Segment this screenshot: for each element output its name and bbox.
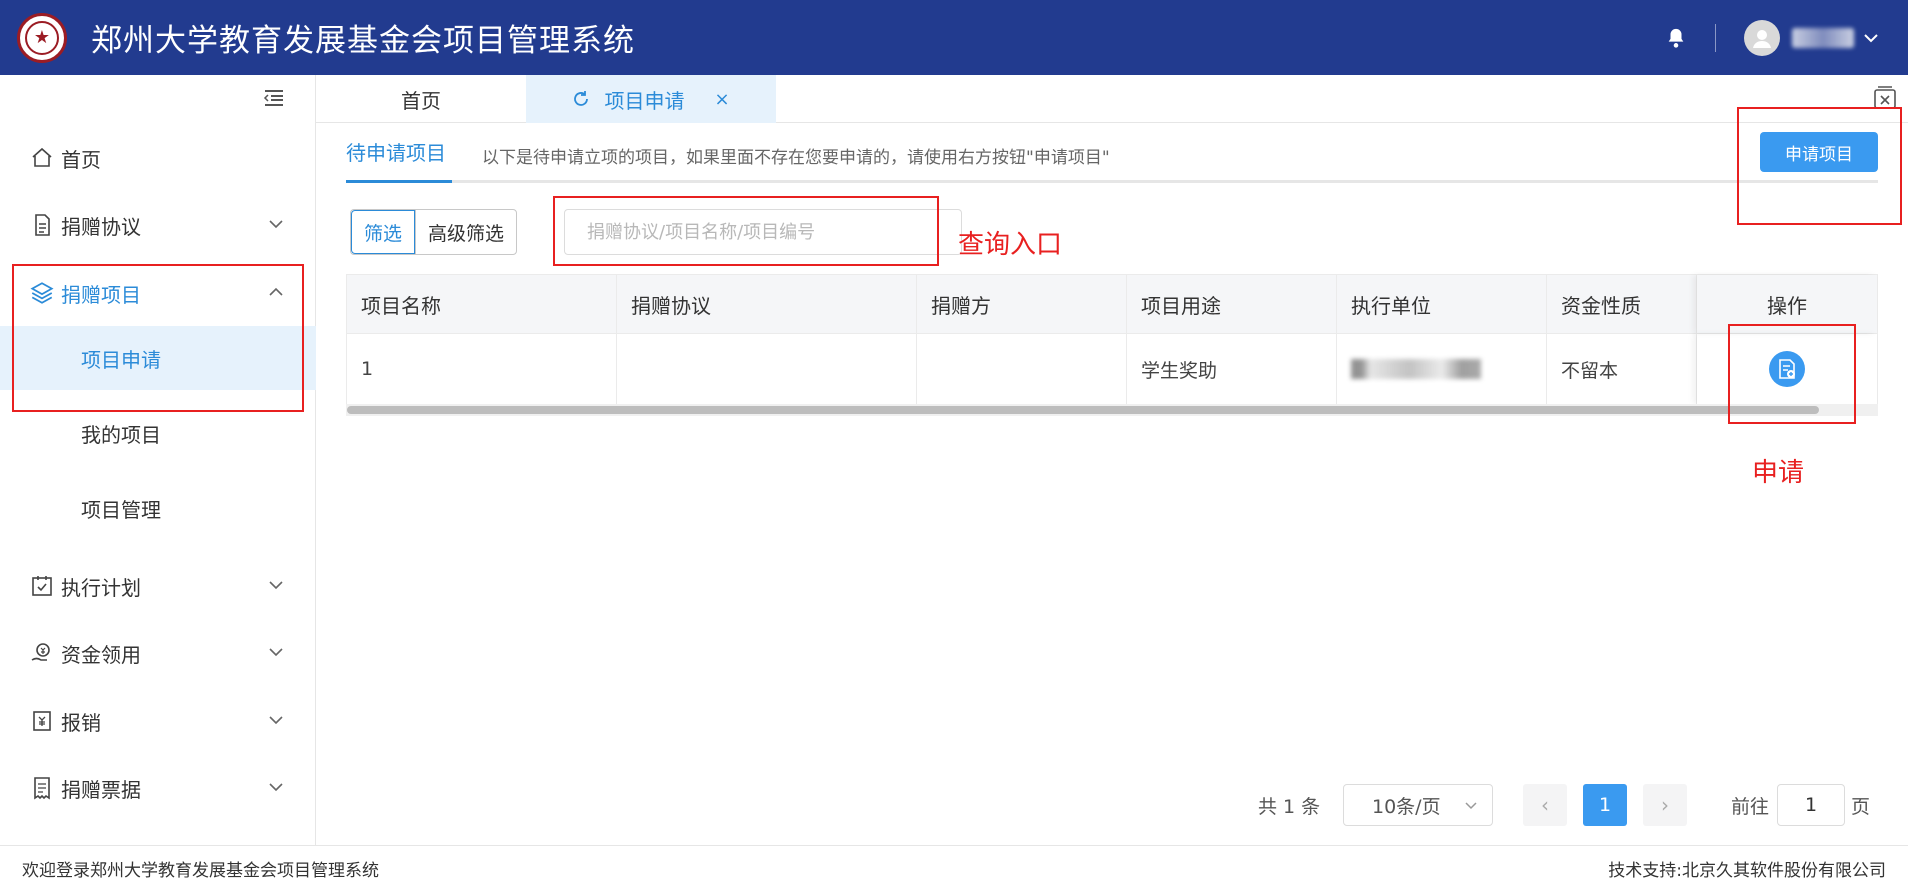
cell-donor bbox=[917, 334, 1127, 404]
sidebar-item-label: 报销 bbox=[61, 710, 101, 735]
chevron-down-icon bbox=[269, 716, 283, 725]
sidebar-item-reimbursement[interactable]: 报销 bbox=[0, 691, 316, 751]
sidebar-item-label: 资金领用 bbox=[61, 642, 141, 667]
advanced-filter-button[interactable]: 高级筛选 bbox=[415, 210, 516, 254]
sidebar-subitem-project-management[interactable]: 项目管理 bbox=[0, 476, 316, 540]
goto-label: 前往 bbox=[1731, 795, 1770, 818]
cell-project-name: 1 bbox=[347, 334, 617, 404]
username-redacted[interactable] bbox=[1792, 27, 1854, 48]
header-right bbox=[1665, 0, 1878, 75]
app-header: ★ 郑州大学教育发展基金会项目管理系统 bbox=[0, 0, 1908, 75]
subnav-description: 以下是待申请立项的项目，如果里面不存在您要申请的，请使用右方按钮"申请项目" bbox=[482, 148, 1110, 168]
annotation-box-apply-button bbox=[1737, 107, 1902, 225]
annotation-box-menu bbox=[12, 264, 304, 412]
sidebar-item-execution-plan[interactable]: 执行计划 bbox=[0, 556, 316, 616]
basic-filter-button[interactable]: 筛选 bbox=[351, 210, 416, 254]
header-divider bbox=[1715, 23, 1716, 52]
tab-label: 项目申请 bbox=[604, 88, 685, 113]
pagination-buttons: ‹ 1 › bbox=[1523, 784, 1687, 826]
page-size-value: 10条/页 bbox=[1372, 795, 1441, 818]
tab-home[interactable]: 首页 bbox=[316, 75, 526, 123]
pagination-total: 共 1 条 bbox=[1258, 795, 1321, 818]
pagination-size-wrapper: 10条/页 bbox=[1343, 784, 1493, 826]
annotation-search-label: 查询入口 bbox=[958, 230, 1063, 260]
university-seal-icon: ★ bbox=[17, 12, 67, 63]
sidebar-item-label: 捐赠票据 bbox=[61, 777, 141, 802]
document-icon bbox=[29, 212, 55, 238]
invoice-icon bbox=[29, 775, 55, 801]
collapse-menu-icon[interactable] bbox=[263, 89, 285, 107]
filter-toggle-group: 筛选 高级筛选 bbox=[350, 209, 518, 255]
chevron-down-icon bbox=[269, 648, 283, 657]
footer-support: 技术支持:北京久其软件股份有限公司 bbox=[1608, 861, 1886, 881]
scrollbar-thumb[interactable] bbox=[347, 406, 1819, 414]
horizontal-scrollbar[interactable] bbox=[346, 404, 1878, 416]
subnav-tab-pending[interactable]: 待申请项目 bbox=[346, 123, 452, 183]
sidebar-item-label: 执行计划 bbox=[61, 575, 141, 600]
cell-purpose: 学生奖助 bbox=[1127, 334, 1337, 404]
column-header: 资金性质 bbox=[1547, 275, 1697, 333]
column-header: 项目名称 bbox=[347, 275, 617, 333]
prev-page-button[interactable]: ‹ bbox=[1523, 784, 1567, 826]
page-number-button[interactable]: 1 bbox=[1583, 784, 1627, 826]
sidebar-item-label: 首页 bbox=[61, 147, 101, 172]
table-row[interactable]: 1 学生奖助 不留本 bbox=[346, 334, 1878, 404]
column-header: 捐赠方 bbox=[917, 275, 1127, 333]
subnav: 待申请项目 以下是待申请立项的项目，如果里面不存在您要申请的，请使用右方按钮"申… bbox=[346, 123, 1878, 183]
page-size-select[interactable]: 10条/页 bbox=[1343, 784, 1493, 826]
chevron-down-icon bbox=[1465, 802, 1477, 810]
next-page-button[interactable]: › bbox=[1643, 784, 1687, 826]
home-icon bbox=[29, 145, 55, 171]
cell-fund-nature: 不留本 bbox=[1547, 334, 1697, 404]
bell-icon[interactable] bbox=[1665, 26, 1687, 50]
tab-project-apply[interactable]: 项目申请 × bbox=[526, 75, 776, 123]
user-avatar-icon[interactable] bbox=[1744, 19, 1780, 56]
goto-page-input[interactable] bbox=[1777, 784, 1846, 826]
chevron-down-icon bbox=[269, 783, 283, 792]
sidebar-item-home[interactable]: 首页 bbox=[0, 128, 316, 188]
chevron-down-icon[interactable] bbox=[1864, 33, 1878, 43]
pagination-goto: 前往 页 bbox=[1731, 784, 1870, 826]
chevron-down-icon bbox=[269, 220, 283, 229]
yuan-receipt-icon bbox=[29, 708, 55, 734]
column-header: 执行单位 bbox=[1337, 275, 1547, 333]
chevron-down-icon bbox=[269, 581, 283, 590]
column-header: 项目用途 bbox=[1127, 275, 1337, 333]
annotation-box-operation bbox=[1728, 324, 1856, 424]
sidebar-subitem-label: 我的项目 bbox=[81, 422, 161, 447]
calendar-check-icon bbox=[29, 573, 55, 599]
page-suffix: 页 bbox=[1851, 795, 1871, 818]
page-tabs: 首页 项目申请 × bbox=[316, 75, 1908, 123]
table-header: 项目名称 捐赠协议 捐赠方 项目用途 执行单位 资金性质 操作 bbox=[346, 274, 1878, 334]
annotation-box-search bbox=[553, 196, 939, 266]
app-title: 郑州大学教育发展基金会项目管理系统 bbox=[91, 23, 635, 59]
sidebar-item-fund-usage[interactable]: 资金领用 bbox=[0, 623, 316, 683]
projects-table: 项目名称 捐赠协议 捐赠方 项目用途 执行单位 资金性质 操作 1 学生奖助 不… bbox=[346, 274, 1878, 416]
money-hand-icon bbox=[29, 640, 55, 666]
annotation-apply-label: 申请 bbox=[1752, 458, 1805, 488]
footer-welcome: 欢迎登录郑州大学教育发展基金会项目管理系统 bbox=[22, 861, 379, 881]
column-header: 捐赠协议 bbox=[617, 275, 917, 333]
cell-agreement bbox=[617, 334, 917, 404]
sidebar-subitem-label: 项目管理 bbox=[81, 497, 161, 522]
cell-executing-unit bbox=[1337, 334, 1547, 404]
redacted-text bbox=[1351, 359, 1481, 379]
sidebar: 首页 捐赠协议 捐赠项目 项目申请 我的项目 项目管理 执行计划 资金领用 报销… bbox=[0, 75, 316, 845]
sidebar-item-label: 捐赠协议 bbox=[61, 214, 141, 239]
sidebar-item-donation-invoice[interactable]: 捐赠票据 bbox=[0, 758, 316, 818]
footer: 欢迎登录郑州大学教育发展基金会项目管理系统 技术支持:北京久其软件股份有限公司 bbox=[0, 845, 1908, 891]
tab-close-icon[interactable]: × bbox=[714, 89, 729, 110]
refresh-icon[interactable] bbox=[572, 90, 590, 108]
sidebar-item-donation-agreement[interactable]: 捐赠协议 bbox=[0, 195, 316, 255]
